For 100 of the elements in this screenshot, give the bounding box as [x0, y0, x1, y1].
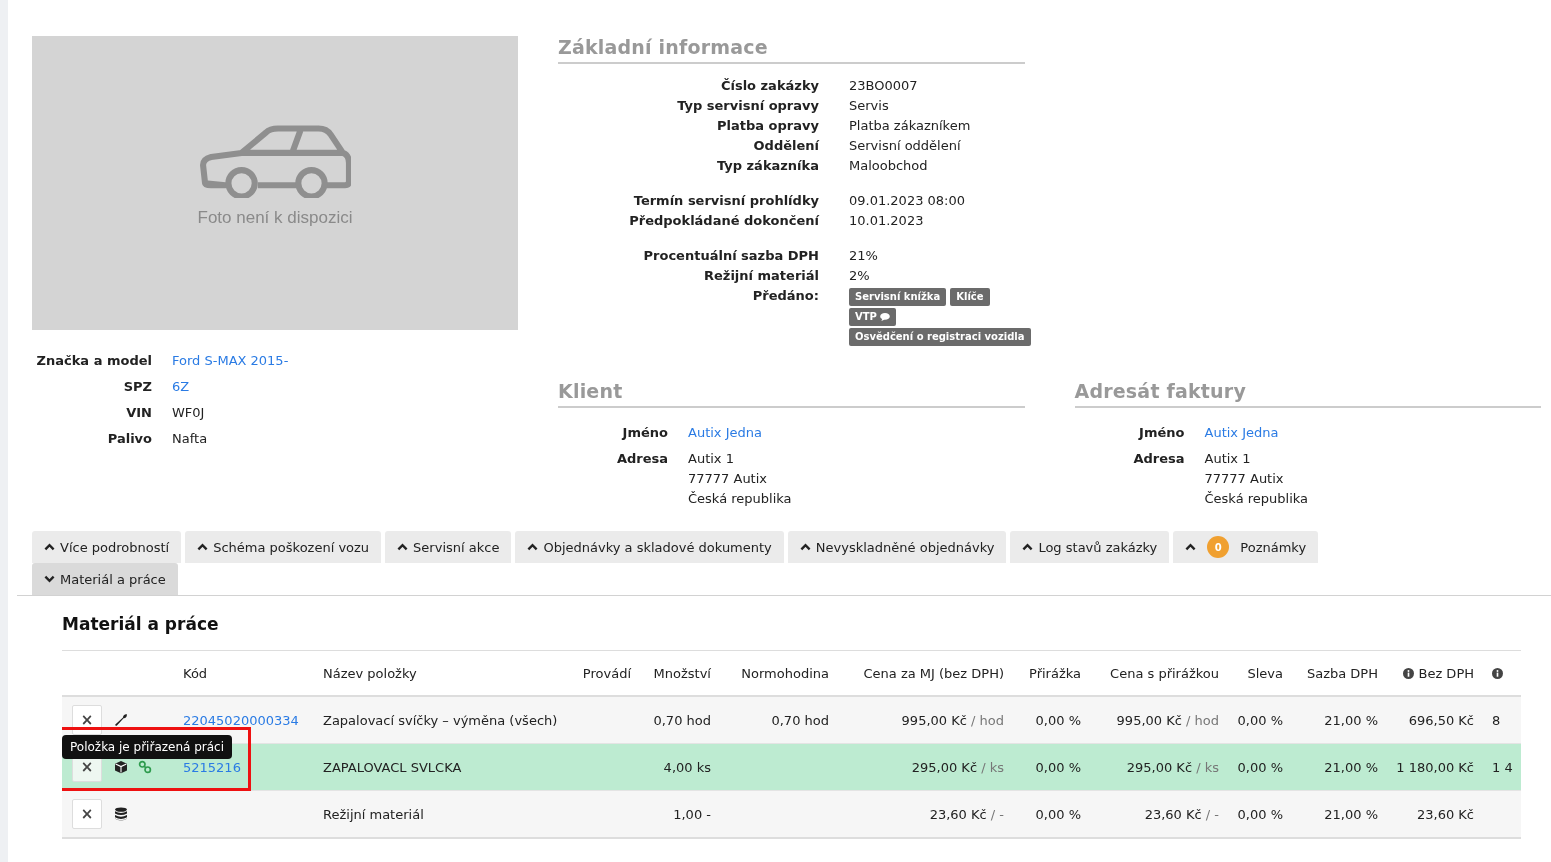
table-cell: 4,00 ks [663, 759, 711, 775]
field-label: Adresa [615, 450, 668, 468]
column-header: Přirážka [1029, 665, 1081, 681]
table-cell: 0,00 % [1237, 759, 1283, 775]
field-label: Palivo [106, 430, 152, 448]
section-tab[interactable]: Nevyskladněné objednávky [787, 531, 1007, 563]
table-cell: 0,00 % [1035, 806, 1081, 822]
table-cell: 0,00 % [1237, 712, 1283, 728]
field-value: Platba zákazníkem [849, 117, 972, 135]
section-tab[interactable]: Schéma poškození vozu [185, 531, 382, 563]
field-link[interactable]: Autix Jedna [688, 420, 1025, 446]
table-cell: 1 4 [1492, 759, 1513, 775]
chevron-up-icon [1022, 543, 1034, 551]
table-cell: 23,60 Kč / - [1144, 806, 1219, 822]
box-icon [114, 760, 128, 774]
tag: VTP [849, 308, 896, 326]
table-cell: 0,00 % [1035, 759, 1081, 775]
table-cell: 995,00 Kč / hod [901, 712, 1004, 728]
chevron-up-icon [197, 543, 209, 551]
wrench-icon [114, 713, 128, 727]
field-label: Oddělení [752, 137, 819, 155]
count-badge: 0 [1207, 536, 1230, 558]
section-tab[interactable]: Objednávky a skladové dokumenty [515, 531, 784, 563]
field-label: VIN [125, 404, 152, 422]
column-header: Množství [653, 665, 711, 681]
speech-bubble-icon [879, 313, 890, 321]
table-cell: 696,50 Kč [1408, 712, 1474, 728]
table-cell: 995,00 Kč / hod [1116, 712, 1219, 728]
field-link[interactable]: 6Z [172, 374, 518, 400]
tooltip: Položka je přiřazená práci [62, 735, 233, 759]
field-value: 23BO0007 [849, 77, 919, 95]
column-header: Sazba DPH [1306, 665, 1378, 681]
field-value: Servisní oddělení [849, 137, 962, 155]
table-cell: Zapalovací svíčky – výměna (všech) [323, 712, 558, 728]
field-label: Číslo zakázky [719, 77, 819, 95]
section-title: Klient [558, 380, 1025, 408]
column-header: Sleva [1247, 665, 1283, 681]
column-header: Cena s přirážkou [1110, 665, 1219, 681]
field-label: Značka a model [35, 352, 152, 370]
table-cell: 23,60 Kč [1416, 806, 1474, 822]
table-cell: 1 180,00 Kč [1396, 759, 1474, 775]
field-value: 09.01.2023 08:00 [849, 192, 967, 210]
column-header: Provádí [582, 665, 631, 681]
column-header: Normohodina [741, 665, 829, 681]
tag: Servisní knížka [849, 288, 947, 306]
tag: Osvědčení o registraci vozidla [849, 328, 1031, 346]
table-cell: 0,70 hod [653, 712, 711, 728]
field-link[interactable]: Ford S-MAX 2015- [172, 348, 518, 374]
field-label: Procentuální sazba DPH [642, 247, 819, 265]
table-cell: 8 [1492, 712, 1501, 728]
chevron-up-icon [527, 543, 539, 551]
table-cell: 0,00 % [1035, 712, 1081, 728]
field-value: Servis [849, 97, 890, 115]
section-tab[interactable]: Materiál a práce [32, 563, 178, 595]
chevron-up-icon [44, 543, 55, 551]
field-link[interactable]: Autix Jedna [1204, 420, 1541, 446]
table-cell: 0,00 % [1237, 806, 1283, 822]
section-tab[interactable]: Servisní akce [385, 531, 512, 563]
field-value: WF0J [172, 404, 206, 422]
section-tab[interactable]: Log stavů zakázky [1010, 531, 1170, 563]
field-label: Předáno: [751, 287, 819, 305]
field-label: Typ servisní opravy [676, 97, 819, 115]
field-value: Maloobchod [849, 157, 929, 175]
table-cell: 1,00 - [673, 806, 711, 822]
section-title: Adresát faktury [1074, 380, 1541, 408]
field-label: Platba opravy [716, 117, 819, 135]
field-label: SPZ [122, 378, 152, 396]
chevron-up-icon [799, 543, 811, 551]
section-title: Základní informace [558, 36, 1025, 64]
tag: Klíče [950, 288, 990, 306]
remove-button[interactable]: × [72, 799, 102, 829]
table-cell: 21,00 % [1324, 806, 1378, 822]
field-label: Jméno [620, 424, 668, 442]
section-tab[interactable]: 0 Poznámky [1173, 531, 1319, 563]
section-tab[interactable]: Více podrobností [32, 531, 182, 563]
field-label: Typ zákazníka [715, 157, 819, 175]
table-cell: ZAPALOVACL SVLCKA [323, 759, 462, 775]
table-cell: Režijní materiál [323, 806, 424, 822]
field-value: 10.01.2023 [849, 212, 925, 230]
chevron-up-icon [1185, 543, 1197, 551]
column-header: Bez DPH [1418, 665, 1474, 681]
field-value: 21% [849, 247, 879, 265]
photo-caption: Foto není k dispozici [197, 208, 353, 228]
field-label: Termín servisní prohlídky [632, 192, 819, 210]
table-cell: 295,00 Kč / ks [1126, 759, 1219, 775]
table-cell: 21,00 % [1324, 759, 1378, 775]
address-text: Autix 1 77777 Autix Česká republika [688, 450, 793, 508]
address-text: Autix 1 77777 Autix Česká republika [1204, 450, 1310, 508]
column-header: Název položky [323, 665, 417, 681]
field-label: Režijní materiál [703, 267, 819, 285]
field-label: Předpokládané dokončení [628, 212, 819, 230]
field-label: Jméno [1137, 424, 1185, 442]
table-cell: 23,60 Kč / - [929, 806, 1004, 822]
database-icon [114, 807, 128, 821]
table-cell: 0,70 hod [771, 712, 829, 728]
field-label: Adresa [1132, 450, 1185, 468]
column-header: Kód [183, 665, 208, 681]
field-value: Nafta [172, 430, 209, 448]
table-cell: 21,00 % [1324, 712, 1378, 728]
field-value: 2% [849, 267, 871, 285]
